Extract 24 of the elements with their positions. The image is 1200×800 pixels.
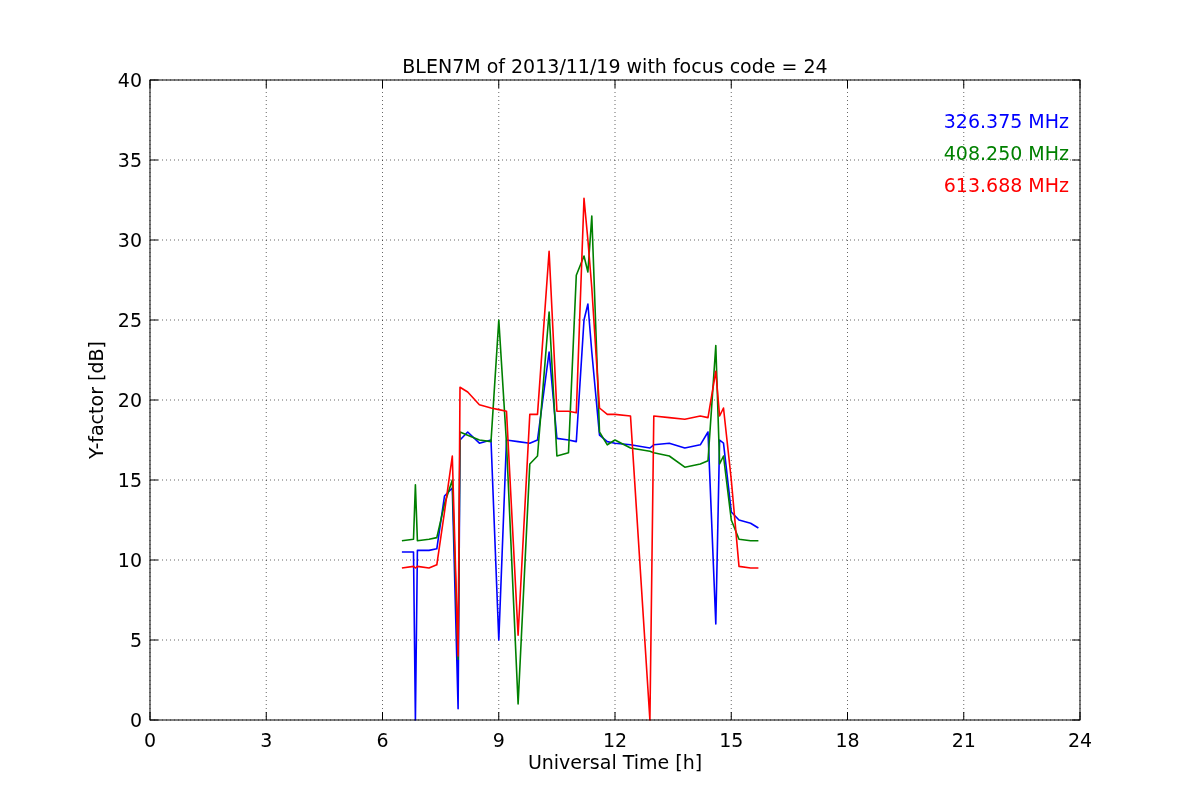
y-tick-label: 40 [117,69,142,91]
y-axis-label: Y-factor [dB] [85,341,107,459]
x-tick-label: 0 [143,729,157,751]
legend-label: 326.375 MHz [943,110,1069,132]
x-axis-label: Universal Time [h] [527,751,703,773]
y-tick-label: 35 [117,149,142,171]
x-tick-label: 21 [951,729,976,751]
x-tick-label: 6 [376,729,389,751]
y-tick-label: 25 [117,309,142,331]
y-tick-label: 20 [117,389,142,411]
x-tick-label: 12 [602,729,628,751]
legend-label: 613.688 MHz [943,174,1069,196]
x-tick-label: 18 [835,729,860,751]
chart-title: BLEN7M of 2013/11/19 with focus code = 24 [402,55,828,77]
x-tick-label: 3 [260,729,273,751]
x-tick-label: 24 [1067,729,1093,751]
y-tick-label: 0 [129,709,142,731]
y-tick-label: 30 [117,229,142,251]
y-tick-label: 5 [129,629,142,651]
x-tick-label: 9 [492,729,505,751]
x-tick-label: 15 [719,729,744,751]
legend-label: 408.250 MHz [943,142,1069,164]
y-tick-label: 15 [117,469,142,491]
y-tick-label: 10 [117,549,142,571]
